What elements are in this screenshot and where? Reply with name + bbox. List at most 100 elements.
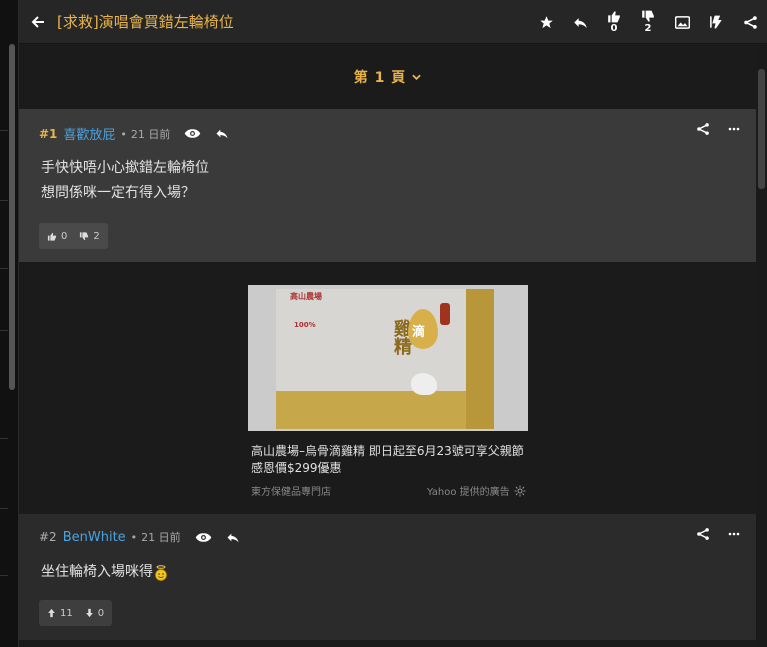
ad-provider-label: Yahoo 提供的廣告 xyxy=(427,487,510,498)
sun-icon xyxy=(514,485,526,496)
dislike-count: 2 xyxy=(644,23,652,34)
share-icon xyxy=(743,15,757,29)
comment-time-text: 21 日前 xyxy=(141,531,181,544)
arrow-up-icon xyxy=(48,608,55,618)
reply-icon xyxy=(227,533,239,542)
top-bar: [求救]演唱會買錯左輪椅位 0 2 xyxy=(19,0,767,44)
comment-share-button[interactable] xyxy=(696,527,710,541)
product-box-side xyxy=(466,289,494,429)
thumbs-down-icon xyxy=(642,10,654,22)
comment-line: 坐住輪椅入場咪得 xyxy=(41,564,153,580)
comment-actions xyxy=(696,527,740,541)
comment-time-text: 21 日前 xyxy=(130,127,171,141)
chevron-down-icon xyxy=(412,74,421,80)
comment-like-count: 0 xyxy=(61,230,68,242)
quote-reply-button[interactable] xyxy=(215,128,229,139)
image-mode-button[interactable] xyxy=(665,0,699,44)
comment-more-button[interactable] xyxy=(728,532,740,536)
comment-meta: #2 BenWhite • 21 日前 xyxy=(39,529,240,545)
page-selector-bar: 第 1 頁 xyxy=(19,45,756,109)
comment-line: 想問係咪一定冇得入場？ xyxy=(41,185,195,201)
thumbs-up-icon xyxy=(608,11,620,23)
comment-dislike-button[interactable]: 2 xyxy=(79,230,100,242)
bottom-spacer xyxy=(19,640,756,647)
header-actions: 0 2 xyxy=(529,0,767,44)
comment-number: #1 xyxy=(39,126,58,141)
view-author-button[interactable] xyxy=(195,532,212,543)
comment-like-button[interactable]: 0 xyxy=(47,231,67,242)
seal-icon xyxy=(440,303,450,325)
comment-more-button[interactable] xyxy=(728,127,740,131)
ad-image[interactable]: 高山農場 100% 雞精 滴 xyxy=(248,285,528,431)
ad-provider[interactable]: Yahoo 提供的廣告 xyxy=(427,483,526,498)
share-button[interactable] xyxy=(733,0,767,44)
arrow-down-icon xyxy=(85,608,93,618)
thumbs-down-icon xyxy=(80,231,89,240)
divider xyxy=(0,438,8,439)
thread-title: [求救]演唱會買錯左輪椅位 xyxy=(57,13,234,31)
image-icon xyxy=(674,15,690,29)
share-icon xyxy=(697,528,709,540)
divider xyxy=(0,130,8,131)
right-scrollbar[interactable] xyxy=(756,45,767,647)
view-author-button[interactable] xyxy=(184,128,201,139)
dislike-thread-button[interactable]: 2 xyxy=(631,0,665,44)
ad-title[interactable]: 高山農場–烏骨滴雞精 即日起至6月23號可享父親節感恩價$299優惠 xyxy=(251,443,531,477)
comment-username[interactable]: BenWhite xyxy=(63,530,126,545)
divider xyxy=(0,575,8,576)
comment-actions xyxy=(696,122,740,136)
product-percent: 100% xyxy=(294,321,316,329)
comment-number: #2 xyxy=(39,530,57,544)
page-selector[interactable]: 第 1 頁 xyxy=(354,67,422,87)
like-count: 0 xyxy=(610,23,618,34)
flash-button[interactable] xyxy=(699,0,733,44)
reply-button[interactable] xyxy=(563,0,597,44)
comment-2: #2 BenWhite • 21 日前 坐住輪椅入場咪得 11 0 xyxy=(19,514,756,640)
divider xyxy=(0,268,8,269)
back-arrow-icon xyxy=(31,15,44,28)
scrollbar-thumb[interactable] xyxy=(758,69,765,189)
divider xyxy=(0,508,8,509)
ad-source: 東方保健品專門店 xyxy=(251,487,331,498)
comment-upvote-button[interactable]: 11 xyxy=(47,608,73,619)
drop-text: 滴 xyxy=(412,325,426,340)
comment-dislike-count: 2 xyxy=(93,230,100,242)
eye-icon xyxy=(195,532,211,542)
comment-like-count: 11 xyxy=(60,607,73,619)
eye-icon xyxy=(185,129,201,138)
flash-icon xyxy=(709,15,722,29)
back-button[interactable] xyxy=(19,0,57,44)
divider xyxy=(0,330,8,331)
comment-time: • 21 日前 xyxy=(130,531,181,544)
comment-downvote-button[interactable]: 0 xyxy=(85,608,104,619)
comment-vote-box: 0 2 xyxy=(39,223,108,249)
more-icon xyxy=(728,127,740,131)
comment-dislike-count: 0 xyxy=(97,607,105,619)
divider xyxy=(0,200,8,201)
favorite-button[interactable] xyxy=(529,0,563,44)
comment-meta: #1 喜歡放屁 • 21 日前 xyxy=(39,124,229,143)
comment-1: #1 喜歡放屁 • 21 日前 手快快唔小心撳錯左輪椅位 想問係咪一定冇得入場？ … xyxy=(19,109,756,262)
left-scrollbar[interactable] xyxy=(9,44,15,390)
comment-username[interactable]: 喜歡放屁 xyxy=(63,124,115,143)
quote-reply-button[interactable] xyxy=(226,532,240,543)
reply-icon xyxy=(573,17,587,28)
ad-block: 高山農場 100% 雞精 滴 高山農場–烏骨滴雞精 即日起至6月23號可享父親節… xyxy=(19,262,756,514)
reply-icon xyxy=(216,129,228,139)
comment-vote-box: 11 0 xyxy=(39,600,113,626)
share-icon xyxy=(697,123,709,135)
product-brand: 高山農場 xyxy=(290,292,322,301)
thumbs-up-icon xyxy=(47,232,57,241)
comment-share-button[interactable] xyxy=(696,122,710,136)
comment-line: 手快快唔小心撳錯左輪椅位 xyxy=(41,160,209,176)
hen-icon xyxy=(411,373,437,395)
more-icon xyxy=(728,532,740,536)
page-label: 第 1 頁 xyxy=(353,70,407,86)
left-sidebar-strip xyxy=(0,0,19,647)
comment-time: • 21 日前 xyxy=(120,127,171,141)
star-icon xyxy=(539,15,553,28)
like-thread-button[interactable]: 0 xyxy=(597,0,631,44)
angel-emoji-icon xyxy=(155,564,167,581)
comment-body: 手快快唔小心撳錯左輪椅位 想問係咪一定冇得入場？ xyxy=(41,156,209,206)
product-box-band xyxy=(276,391,466,429)
